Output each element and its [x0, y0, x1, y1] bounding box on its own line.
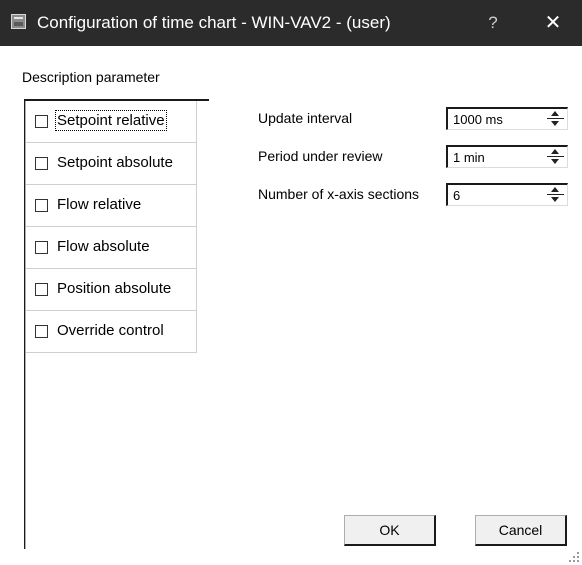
setpoint-relative-checkbox[interactable] — [35, 115, 48, 128]
period-under-review-spinbox[interactable]: 1 min — [446, 145, 568, 168]
x-axis-sections-spinbox[interactable]: 6 — [446, 183, 568, 206]
dialog-content: Description parameter Setpoint relative … — [0, 46, 582, 565]
resize-grip-icon[interactable] — [568, 551, 580, 563]
period-under-review-value: 1 min — [453, 150, 485, 165]
tab-override-control[interactable]: Override control — [26, 311, 197, 353]
title-bar: Configuration of time chart - WIN-VAV2 -… — [0, 0, 582, 46]
flow-relative-checkbox[interactable] — [35, 199, 48, 212]
tab-label: Setpoint relative — [55, 110, 167, 131]
tab-label: Position absolute — [57, 280, 172, 297]
tab-flow-absolute[interactable]: Flow absolute — [26, 227, 197, 269]
window-title: Configuration of time chart - WIN-VAV2 -… — [37, 13, 391, 32]
tab-label: Setpoint absolute — [57, 154, 173, 171]
spin-arrows-icon[interactable] — [547, 110, 564, 128]
position-absolute-checkbox[interactable] — [35, 283, 48, 296]
update-interval-label: Update interval — [258, 110, 353, 126]
spin-arrows-icon[interactable] — [547, 186, 564, 204]
tab-label: Override control — [57, 322, 164, 339]
flow-absolute-checkbox[interactable] — [35, 241, 48, 254]
setpoint-absolute-checkbox[interactable] — [35, 157, 48, 170]
help-button[interactable]: ? — [470, 0, 516, 46]
update-interval-value: 1000 ms — [453, 112, 503, 127]
tab-setpoint-absolute[interactable]: Setpoint absolute — [26, 143, 197, 185]
close-button[interactable]: ✕ — [528, 0, 578, 46]
override-control-checkbox[interactable] — [35, 325, 48, 338]
period-under-review-label: Period under review — [258, 148, 383, 164]
tab-label: Flow relative — [57, 196, 142, 213]
tab-position-absolute[interactable]: Position absolute — [26, 269, 197, 311]
ok-button[interactable]: OK — [344, 515, 436, 546]
x-axis-sections-label: Number of x-axis sections — [258, 186, 420, 202]
app-icon — [11, 14, 26, 29]
tab-setpoint-relative[interactable]: Setpoint relative — [26, 101, 197, 143]
group-label: Description parameter — [22, 69, 160, 85]
parameter-tab-list: Setpoint relative Setpoint absolute Flow… — [24, 99, 209, 549]
spin-arrows-icon[interactable] — [547, 148, 564, 166]
cancel-button[interactable]: Cancel — [475, 515, 567, 546]
update-interval-spinbox[interactable]: 1000 ms — [446, 107, 568, 130]
tab-label: Flow absolute — [57, 238, 150, 255]
tab-flow-relative[interactable]: Flow relative — [26, 185, 197, 227]
x-axis-sections-value: 6 — [453, 188, 461, 203]
